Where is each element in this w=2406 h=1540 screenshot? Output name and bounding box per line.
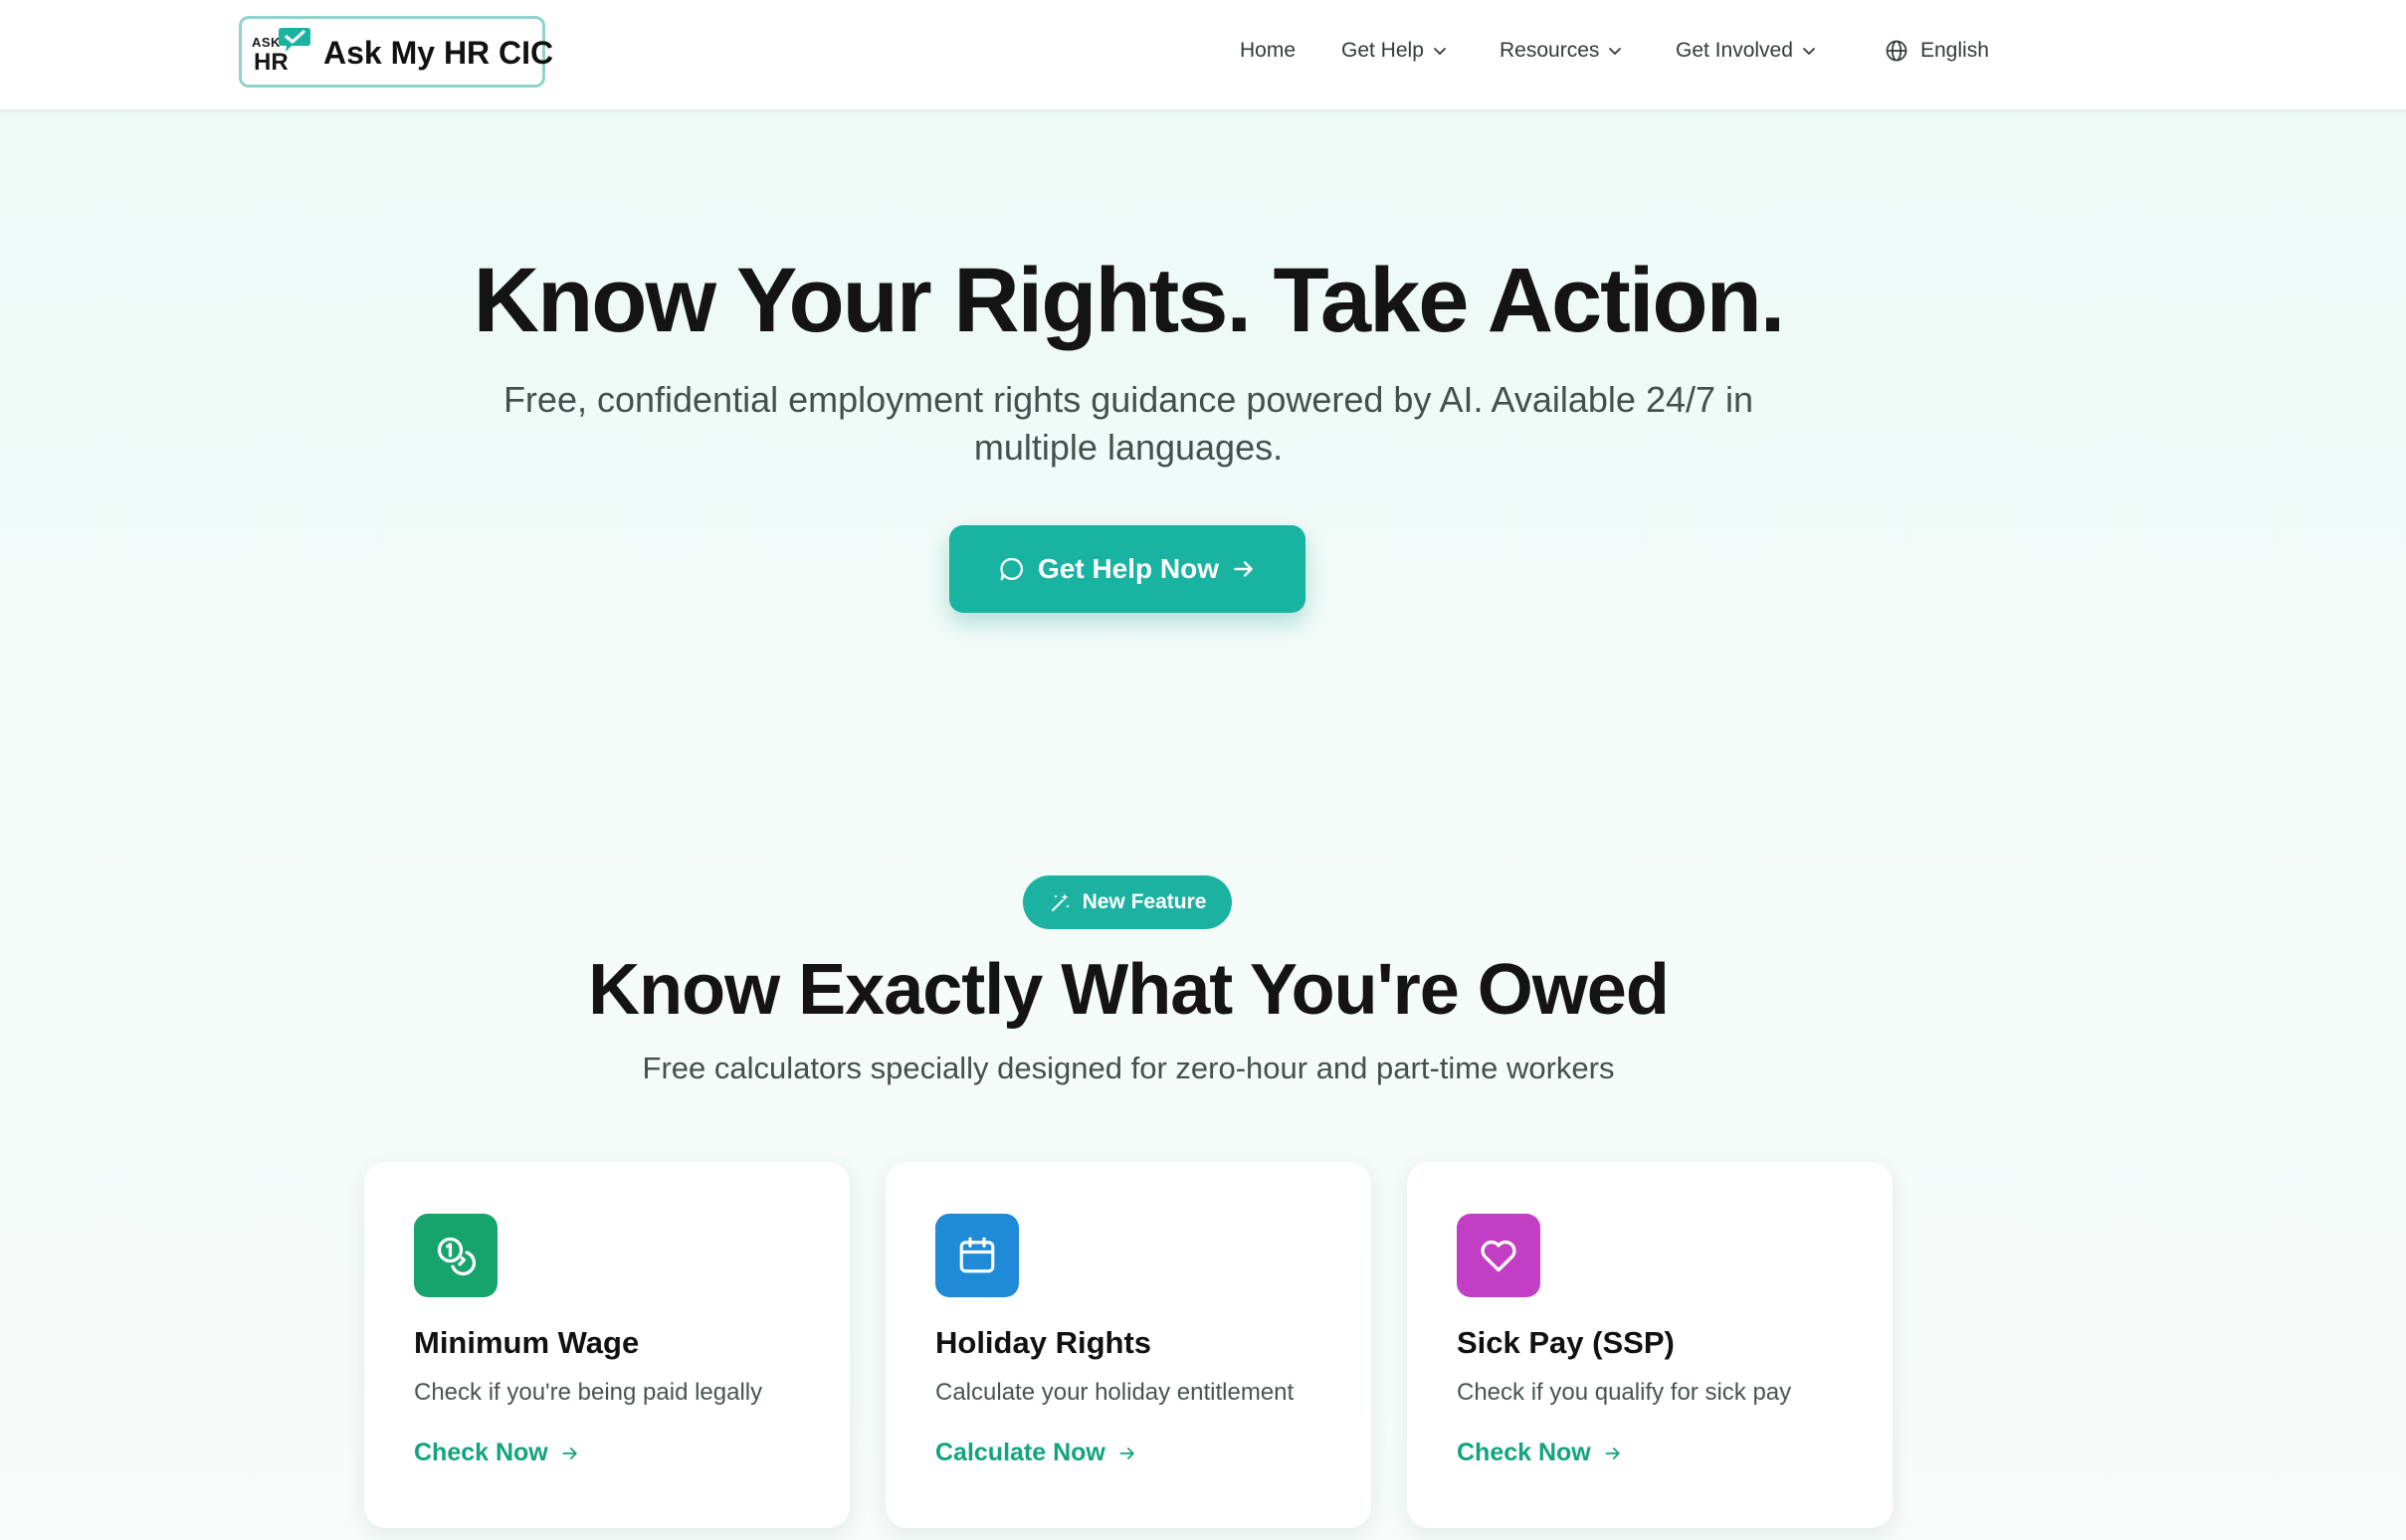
nav-get-help[interactable]: Get Help — [1341, 36, 1448, 66]
calendar-icon — [959, 1237, 995, 1273]
card-icon-box — [1457, 1214, 1540, 1297]
heart-icon — [1481, 1240, 1516, 1272]
card-description: Check if you qualify for sick pay — [1457, 1379, 1792, 1406]
card-description: Check if you're being paid legally — [414, 1379, 763, 1406]
coins-icon — [437, 1237, 477, 1276]
new-feature-label: New Feature — [1082, 890, 1207, 913]
new-feature-badge: New Feature — [1023, 875, 1232, 929]
arrow-right-icon — [1605, 1446, 1620, 1459]
arrow-right-icon — [562, 1446, 577, 1459]
calculator-card-sick-pay[interactable]: Sick Pay (SSP) Check if you qualify for … — [1407, 1162, 1893, 1528]
card-title: Sick Pay (SSP) — [1457, 1325, 1675, 1360]
arrow-right-icon — [1119, 1446, 1134, 1459]
nav-home-label: Home — [1240, 39, 1297, 62]
globe-icon — [1886, 40, 1907, 62]
nav-get-involved-label: Get Involved — [1676, 39, 1793, 62]
card-link-label: Check Now — [1457, 1439, 1591, 1466]
logo-ask-text: ASK — [252, 35, 281, 50]
check-now-link[interactable]: Check Now — [1457, 1439, 1623, 1467]
section-subtitle: Free calculators specially designed for … — [642, 1051, 1615, 1085]
card-icon-box — [414, 1214, 498, 1297]
logo-mark: ASK HR — [250, 25, 311, 83]
card-description: Calculate your holiday entitlement — [935, 1379, 1295, 1406]
chevron-down-icon — [1803, 48, 1815, 55]
card-title: Holiday Rights — [935, 1325, 1152, 1360]
hero-title: Know Your Rights. Take Action. — [473, 250, 1786, 351]
logo-name: Ask My HR CIC — [323, 35, 554, 71]
hero-subtitle: Free, confidential employment rights gui… — [502, 379, 1754, 468]
sparkles-wand-icon — [1051, 893, 1070, 911]
nav-home[interactable]: Home — [1240, 36, 1296, 66]
chevron-down-icon — [1433, 48, 1446, 55]
language-label: English — [1920, 39, 1989, 62]
nav-get-involved[interactable]: Get Involved — [1676, 36, 1817, 66]
nav-resources-label: Resources — [1500, 39, 1600, 62]
nav-resources[interactable]: Resources — [1500, 36, 1623, 66]
card-link-label: Check Now — [414, 1439, 548, 1466]
site-logo[interactable]: ASK HR Ask My HR CIC — [239, 16, 553, 88]
arrow-right-icon — [1234, 561, 1253, 577]
check-now-link[interactable]: Check Now — [414, 1439, 580, 1467]
calculator-card-minimum-wage[interactable]: Minimum Wage Check if you're being paid … — [364, 1162, 850, 1528]
calculator-card-holiday-rights[interactable]: Holiday Rights Calculate your holiday en… — [886, 1162, 1371, 1528]
section-title: Know Exactly What You're Owed — [588, 950, 1670, 1030]
get-help-now-button[interactable]: Get Help Now — [949, 525, 1305, 613]
card-icon-box — [935, 1214, 1019, 1297]
card-link-label: Calculate Now — [935, 1439, 1105, 1466]
language-selector[interactable]: English — [1885, 36, 1989, 66]
calculate-now-link[interactable]: Calculate Now — [935, 1439, 1137, 1467]
card-title: Minimum Wage — [414, 1325, 640, 1360]
get-help-now-label: Get Help Now — [1037, 553, 1219, 584]
chat-bubble-icon — [1000, 557, 1024, 581]
chevron-down-icon — [1609, 48, 1622, 55]
site-header: ASK HR Ask My HR CIC Home Get Help Resou… — [0, 0, 2406, 111]
speech-check-icon — [279, 28, 310, 52]
nav-get-help-label: Get Help — [1341, 39, 1424, 62]
